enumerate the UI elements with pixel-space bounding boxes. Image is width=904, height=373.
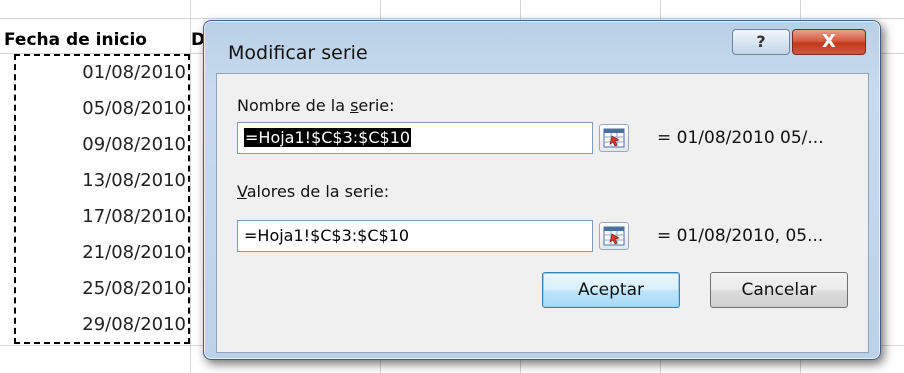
- close-icon: X: [822, 31, 836, 52]
- series-values-preview: = 01/08/2010, 05...: [657, 226, 824, 246]
- series-name-label: Nombre de la serie:: [237, 96, 395, 115]
- help-icon: ?: [756, 32, 766, 51]
- gridline: [0, 18, 904, 19]
- dialog-body: Nombre de la serie: =Hoja1!$C$3:$C$10 = …: [216, 73, 869, 353]
- dialog-title: Modificar serie: [228, 42, 368, 64]
- cancelar-button[interactable]: Cancelar: [710, 272, 848, 308]
- range-collapse-icon: [603, 226, 625, 246]
- copy-selection-marquee: [14, 54, 190, 344]
- column-header-fecha-de-inicio[interactable]: Fecha de inicio: [4, 28, 190, 52]
- series-values-input[interactable]: =Hoja1!$C$3:$C$10: [237, 220, 593, 252]
- aceptar-button[interactable]: Aceptar: [542, 272, 680, 308]
- series-name-input[interactable]: =Hoja1!$C$3:$C$10: [237, 122, 593, 154]
- help-button[interactable]: ?: [732, 29, 790, 55]
- series-name-preview: = 01/08/2010 05/...: [657, 128, 824, 148]
- gridline: [190, 0, 191, 373]
- series-name-collapse-button[interactable]: [599, 124, 629, 152]
- series-values-collapse-button[interactable]: [599, 222, 629, 250]
- series-values-label: Valores de la serie:: [237, 182, 390, 201]
- close-button[interactable]: X: [792, 29, 866, 55]
- range-collapse-icon: [603, 128, 625, 148]
- series-values-value: =Hoja1!$C$3:$C$10: [244, 226, 410, 245]
- series-name-value: =Hoja1!$C$3:$C$10: [244, 128, 412, 147]
- modificar-serie-dialog: Modificar serie ? X Nombre de la serie: …: [203, 20, 881, 360]
